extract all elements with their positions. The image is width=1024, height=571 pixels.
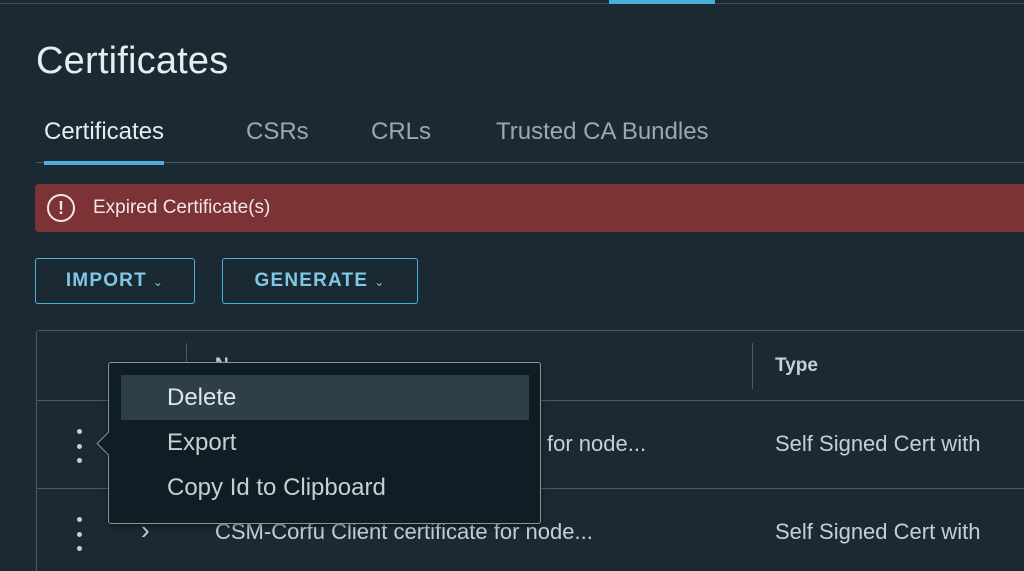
import-button-label: IMPORT xyxy=(65,270,147,291)
generate-button[interactable]: GENERATE ⌄ xyxy=(222,258,418,304)
import-button[interactable]: IMPORT ⌄ xyxy=(35,258,195,304)
expired-certificate-alert: ! Expired Certificate(s) xyxy=(35,184,1024,232)
tab-csrs[interactable]: CSRs xyxy=(246,108,309,163)
page-title: Certificates xyxy=(36,40,229,82)
column-separator[interactable] xyxy=(752,343,753,389)
chevron-down-icon: ⌄ xyxy=(374,275,386,289)
row-name-cell: for node... xyxy=(547,431,647,456)
row-type-cell: Self Signed Cert with xyxy=(775,519,981,544)
tab-trusted-ca-bundles[interactable]: Trusted CA Bundles xyxy=(496,108,709,163)
tab-bar: Certificates CSRs CRLs Trusted CA Bundle… xyxy=(36,108,1024,165)
row-type-cell: Self Signed Cert with xyxy=(775,431,981,456)
chevron-down-icon: ⌄ xyxy=(152,275,165,289)
top-nav-active-indicator xyxy=(609,0,715,4)
menu-item-delete[interactable]: Delete xyxy=(121,375,529,420)
menu-item-export[interactable]: Export xyxy=(121,420,529,465)
column-header-type[interactable]: Type xyxy=(775,355,818,377)
row-actions-kebab-icon[interactable] xyxy=(71,429,87,463)
tab-certificates[interactable]: Certificates xyxy=(44,108,165,165)
generate-button-label: GENERATE xyxy=(254,270,369,291)
row-actions-kebab-icon[interactable] xyxy=(71,517,87,551)
menu-item-copy-id[interactable]: Copy Id to Clipboard xyxy=(121,465,529,510)
alert-text: Expired Certificate(s) xyxy=(93,197,271,218)
row-actions-context-menu: Delete Export Copy Id to Clipboard xyxy=(108,362,541,524)
tab-crls[interactable]: CRLs xyxy=(371,108,431,163)
exclamation-circle-icon: ! xyxy=(47,194,75,222)
top-nav-border xyxy=(0,0,1024,4)
